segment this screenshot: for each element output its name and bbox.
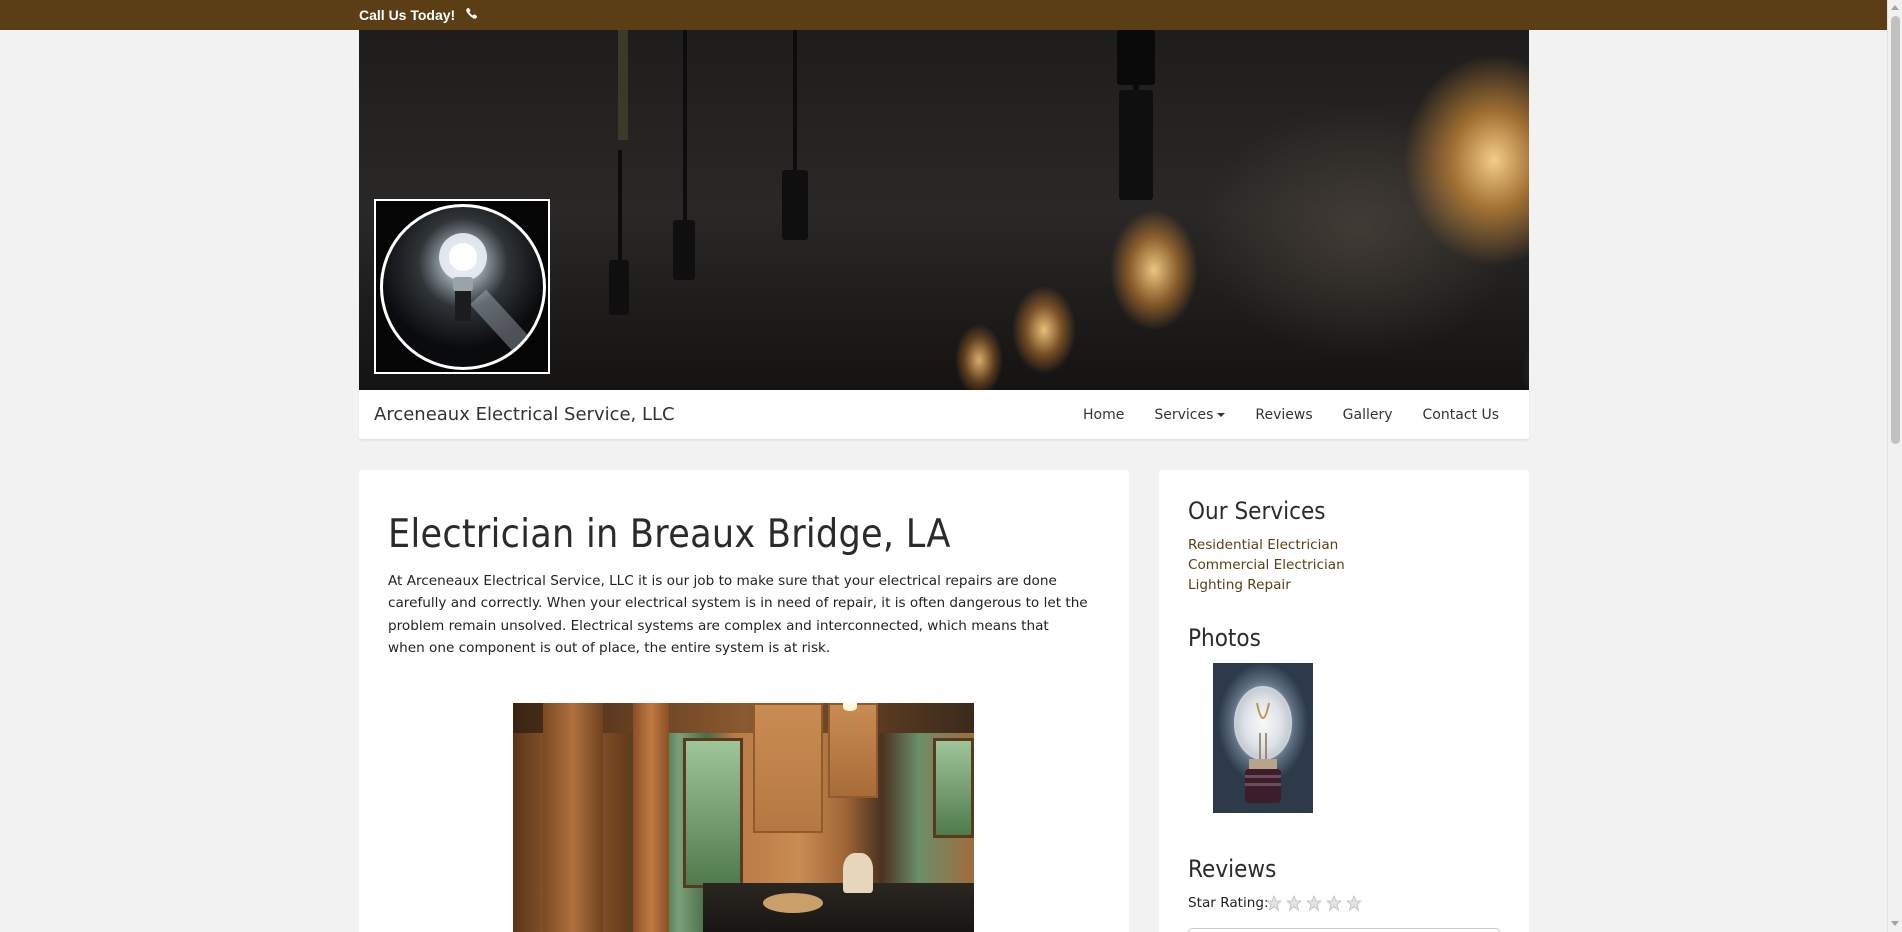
phone-icon — [465, 7, 478, 23]
page-scrollbar[interactable] — [1887, 0, 1902, 932]
nav-item-label: Gallery — [1342, 407, 1393, 423]
main-navbar: Arceneaux Electrical Service, LLC Home S… — [359, 390, 1529, 440]
scroll-down-icon[interactable] — [1891, 921, 1899, 926]
nav-item-gallery[interactable]: Gallery — [1328, 390, 1408, 440]
nav-menu: Home Services Reviews Gallery Contact Us — [1068, 390, 1529, 440]
star-icon[interactable] — [1286, 895, 1302, 911]
reviews-heading: Reviews — [1188, 855, 1277, 883]
scroll-up-icon[interactable] — [1891, 5, 1899, 10]
service-link-residential[interactable]: Residential Electrician — [1188, 537, 1338, 553]
sidebar: Our Services Residential Electrician Com… — [1159, 470, 1529, 932]
star-icon[interactable] — [1326, 895, 1342, 911]
star-icon[interactable] — [1266, 895, 1282, 911]
nav-item-label: Services — [1154, 407, 1214, 423]
nav-item-contact-us[interactable]: Contact Us — [1408, 390, 1514, 440]
call-us-banner[interactable]: Call Us Today! — [359, 0, 478, 30]
star-icon[interactable] — [1306, 895, 1322, 911]
top-bar: Call Us Today! — [0, 0, 1902, 30]
nav-item-label: Home — [1083, 407, 1125, 423]
service-link-commercial[interactable]: Commercial Electrician — [1188, 557, 1345, 573]
service-link-lighting-repair[interactable]: Lighting Repair — [1188, 577, 1291, 593]
main-content: Electrician in Breaux Bridge, LA At Arce… — [359, 470, 1129, 932]
kitchen-photo — [513, 703, 974, 932]
nav-item-home[interactable]: Home — [1068, 390, 1139, 440]
brand-link[interactable]: Arceneaux Electrical Service, LLC — [374, 390, 675, 440]
lightbulb-icon — [380, 204, 546, 370]
nav-item-label: Reviews — [1255, 407, 1313, 423]
star-rating-label: Star Rating: — [1188, 895, 1269, 911]
nav-item-label: Contact Us — [1422, 407, 1499, 423]
intro-paragraph: At Arceneaux Electrical Service, LLC it … — [388, 573, 1088, 657]
call-us-text[interactable]: Call Us Today! — [359, 7, 455, 23]
star-icon[interactable] — [1346, 895, 1362, 911]
nav-item-services[interactable]: Services — [1139, 390, 1240, 440]
review-input[interactable] — [1188, 928, 1500, 932]
chevron-down-icon — [1217, 413, 1226, 417]
nav-item-reviews[interactable]: Reviews — [1240, 390, 1327, 440]
photo-thumbnail-lightbulb[interactable] — [1213, 663, 1313, 813]
page-title: Electrician in Breaux Bridge, LA — [388, 512, 951, 557]
our-services-heading: Our Services — [1188, 497, 1326, 525]
star-rating[interactable] — [1266, 895, 1362, 911]
scrollbar-thumb[interactable] — [1891, 16, 1900, 444]
company-logo[interactable] — [374, 199, 550, 374]
photos-heading: Photos — [1188, 624, 1261, 652]
